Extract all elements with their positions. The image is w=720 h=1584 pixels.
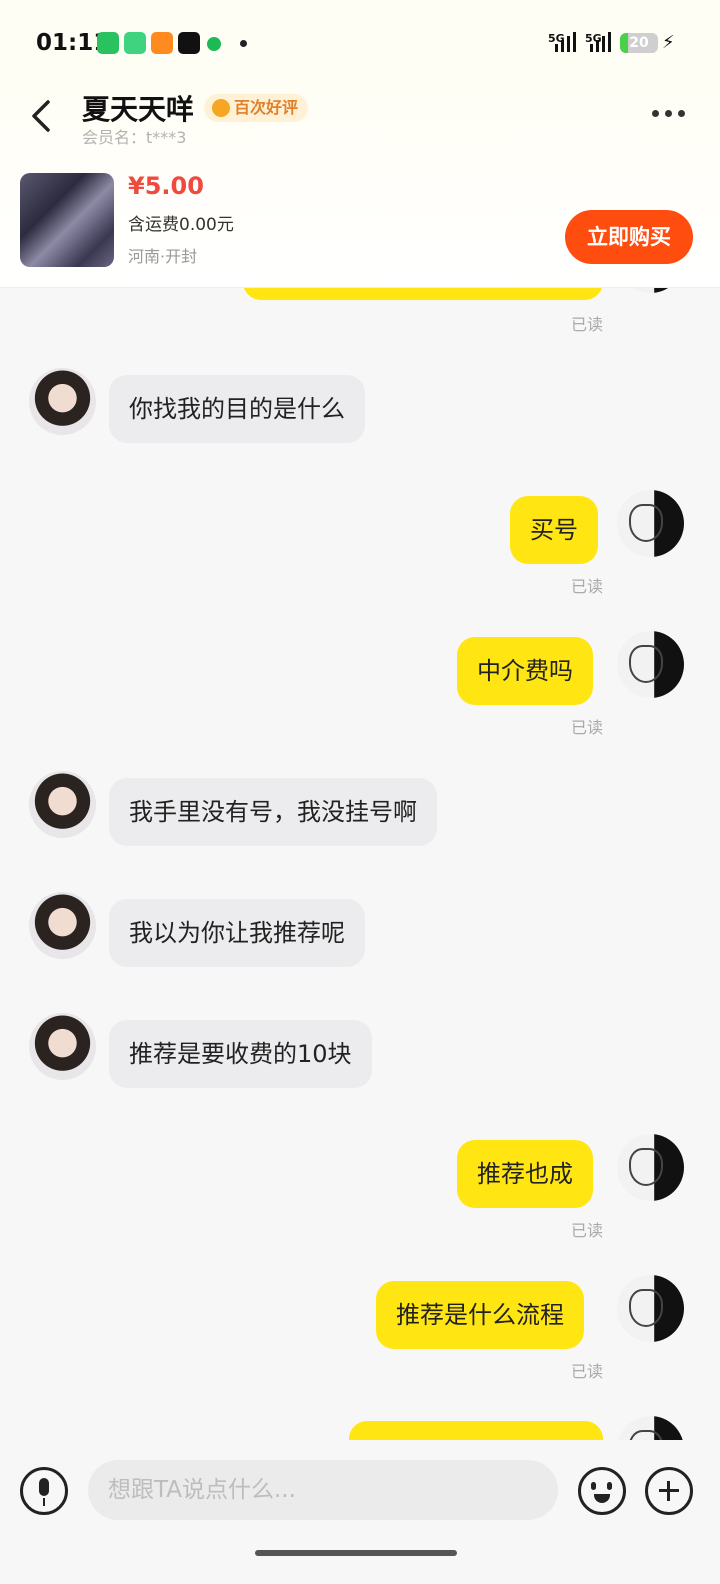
my-avatar[interactable] bbox=[617, 1275, 684, 1342]
badge-label: 百次好评 bbox=[234, 98, 299, 117]
message-bubble-out[interactable] bbox=[349, 1421, 603, 1440]
member-name: 会员名：t***3 bbox=[82, 128, 187, 147]
seller-avatar[interactable] bbox=[29, 771, 96, 838]
input-bar bbox=[0, 1440, 720, 1584]
battery-icon: 20 bbox=[620, 33, 658, 53]
my-avatar[interactable] bbox=[617, 288, 684, 293]
message-bubble-out[interactable]: 买号 bbox=[510, 496, 598, 564]
read-status: 已读 bbox=[571, 1362, 604, 1381]
message-bubble-out[interactable]: 中介费吗 bbox=[457, 637, 593, 705]
product-shipping: 含运费0.00元 bbox=[128, 215, 234, 235]
signal-bars-icon-2 bbox=[590, 32, 611, 52]
dot-icon bbox=[240, 40, 247, 47]
my-avatar[interactable] bbox=[617, 1134, 684, 1201]
my-avatar[interactable] bbox=[617, 1416, 684, 1440]
product-image[interactable] bbox=[20, 173, 114, 267]
seller-avatar[interactable] bbox=[29, 892, 96, 959]
rating-badge: 百次好评 bbox=[204, 94, 309, 122]
chat-header: 夏天天咩 百次好评 会员名：t***3 ¥5.00 含运费0.00元 河南·开封… bbox=[0, 88, 720, 288]
back-arrow-icon[interactable] bbox=[28, 96, 58, 136]
message-input[interactable] bbox=[88, 1460, 558, 1520]
status-bar: 01:11 5G 5G 20 ⚡ bbox=[0, 0, 720, 88]
buy-now-button[interactable]: 立即购买 bbox=[565, 210, 693, 264]
message-bubble-out[interactable]: 推荐是什么流程 bbox=[376, 1281, 584, 1349]
my-avatar[interactable] bbox=[617, 490, 684, 557]
message-bubble-in[interactable]: 我手里没有号，我没挂号啊 bbox=[109, 778, 437, 846]
message-bubble-in[interactable]: 推荐是要收费的10块 bbox=[109, 1020, 372, 1088]
message-bubble-out[interactable]: 推荐也成 bbox=[457, 1140, 593, 1208]
home-indicator[interactable] bbox=[255, 1550, 457, 1556]
read-status: 已读 bbox=[571, 315, 604, 334]
wallet-icon bbox=[124, 32, 146, 54]
product-location: 河南·开封 bbox=[128, 247, 198, 266]
emoji-icon[interactable] bbox=[578, 1467, 626, 1515]
wechat-icon bbox=[97, 32, 119, 54]
spotify-icon bbox=[207, 37, 221, 51]
battery-level: 20 bbox=[629, 35, 649, 51]
chat-messages[interactable]: 已读 你找我的目的是什么 买号 已读 中介费吗 已读 我手里没有号，我没挂号啊 … bbox=[0, 288, 720, 1440]
message-bubble-in[interactable]: 我以为你让我推荐呢 bbox=[109, 899, 365, 967]
tiktok-icon bbox=[178, 32, 200, 54]
charging-icon: ⚡ bbox=[662, 32, 675, 53]
voice-icon[interactable] bbox=[20, 1467, 68, 1515]
seller-avatar[interactable] bbox=[29, 1013, 96, 1080]
seller-name: 夏天天咩 bbox=[82, 93, 195, 126]
message-bubble-out[interactable] bbox=[243, 288, 603, 300]
product-price: ¥5.00 bbox=[128, 172, 204, 200]
badge-icon bbox=[212, 99, 230, 117]
seller-avatar[interactable] bbox=[29, 368, 96, 435]
more-options-icon[interactable] bbox=[652, 110, 692, 122]
game-icon bbox=[151, 32, 173, 54]
read-status: 已读 bbox=[571, 718, 604, 737]
read-status: 已读 bbox=[571, 577, 604, 596]
my-avatar[interactable] bbox=[617, 631, 684, 698]
signal-bars-icon bbox=[555, 32, 576, 52]
plus-icon[interactable] bbox=[645, 1467, 693, 1515]
message-bubble-in[interactable]: 你找我的目的是什么 bbox=[109, 375, 365, 443]
read-status: 已读 bbox=[571, 1221, 604, 1240]
